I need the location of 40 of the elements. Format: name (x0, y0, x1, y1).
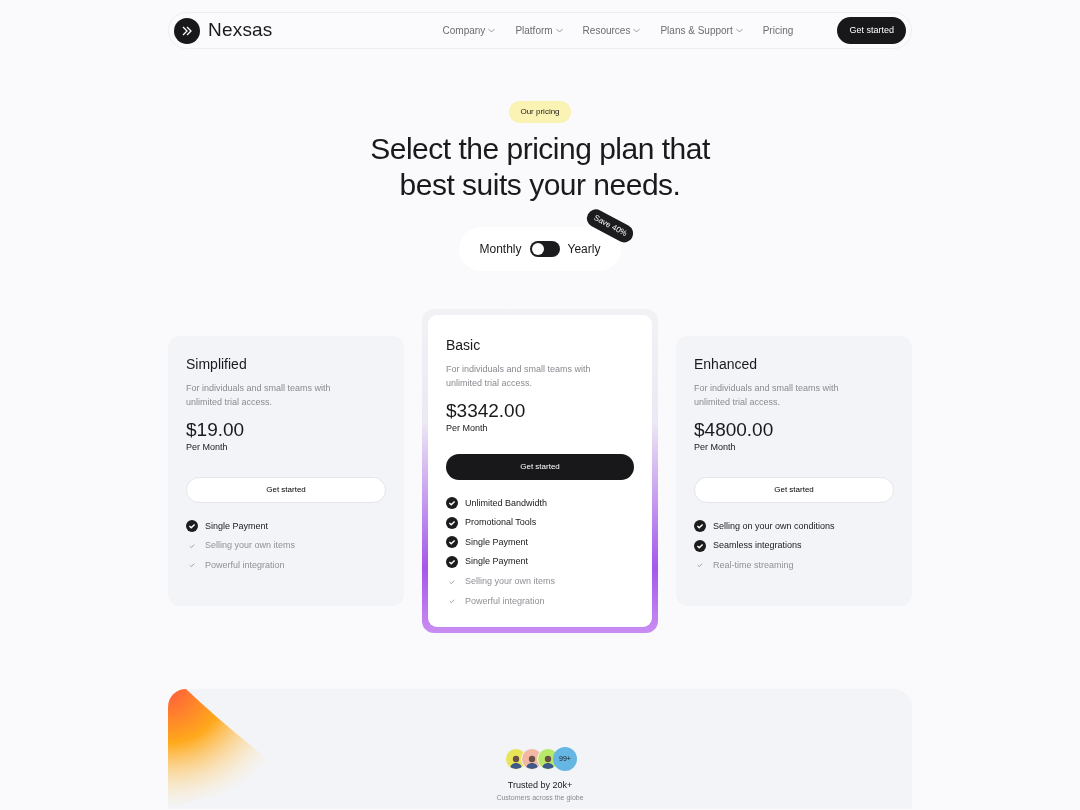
feature-label: Single Payment (465, 555, 529, 569)
nav-link[interactable]: Company (442, 23, 496, 38)
billing-switch[interactable] (529, 241, 560, 257)
plan-price: $4800.00 (694, 419, 775, 441)
get-started-button[interactable]: Get started (837, 16, 906, 45)
plan-description: For individuals and small teams with unlimited trial access. (694, 382, 840, 409)
feature-label: Real-time streaming (713, 558, 794, 572)
price-period: Per Month (446, 422, 489, 435)
plan-description: For individuals and small teams with unlimited trial access. (446, 363, 592, 390)
brand-name[interactable]: Nexsas (208, 16, 273, 45)
logo-icon (174, 17, 200, 44)
nav-link[interactable]: Plans & Support (660, 23, 743, 38)
price-period: Per Month (694, 441, 737, 454)
plan-description: For individuals and small teams with unlimited trial access. (186, 382, 332, 409)
plan-price: $3342.00 (446, 400, 527, 422)
get-started-button[interactable]: Get started (446, 453, 634, 480)
plan-name: Basic (446, 336, 482, 355)
section-badge: Our pricing (509, 101, 571, 123)
nav-link[interactable]: Pricing (762, 23, 794, 38)
feature-label: Single Payment (465, 535, 529, 549)
nav-link[interactable]: Resources (582, 23, 641, 38)
plan-price: $19.00 (186, 419, 246, 441)
feature-label: Seamless integrations (713, 539, 802, 553)
feature-label: Selling on your own conditions (713, 519, 835, 533)
price-period: Per Month (186, 441, 229, 454)
monthly-label: Monthly (479, 241, 522, 258)
feature-label: Unlimited Bandwidth (465, 496, 548, 510)
plan-name: Simplified (186, 355, 248, 374)
feature-label: Powerful integration (465, 594, 545, 608)
feature-label: Selling your own items (465, 574, 556, 588)
get-started-button[interactable]: Get started (186, 476, 386, 503)
nav-link[interactable]: Platform (515, 23, 563, 38)
get-started-button[interactable]: Get started (694, 476, 894, 503)
plan-name: Enhanced (694, 355, 759, 374)
feature-label: Single Payment (205, 519, 269, 533)
feature-label: Promotional Tools (465, 516, 537, 530)
trust-title: Trusted by 20k+ (507, 779, 573, 792)
page-heading: Select the pricing plan that best suits your needs. (370, 131, 710, 203)
feature-label: Powerful integration (205, 558, 285, 572)
feature-label: Selling your own items (205, 539, 296, 553)
